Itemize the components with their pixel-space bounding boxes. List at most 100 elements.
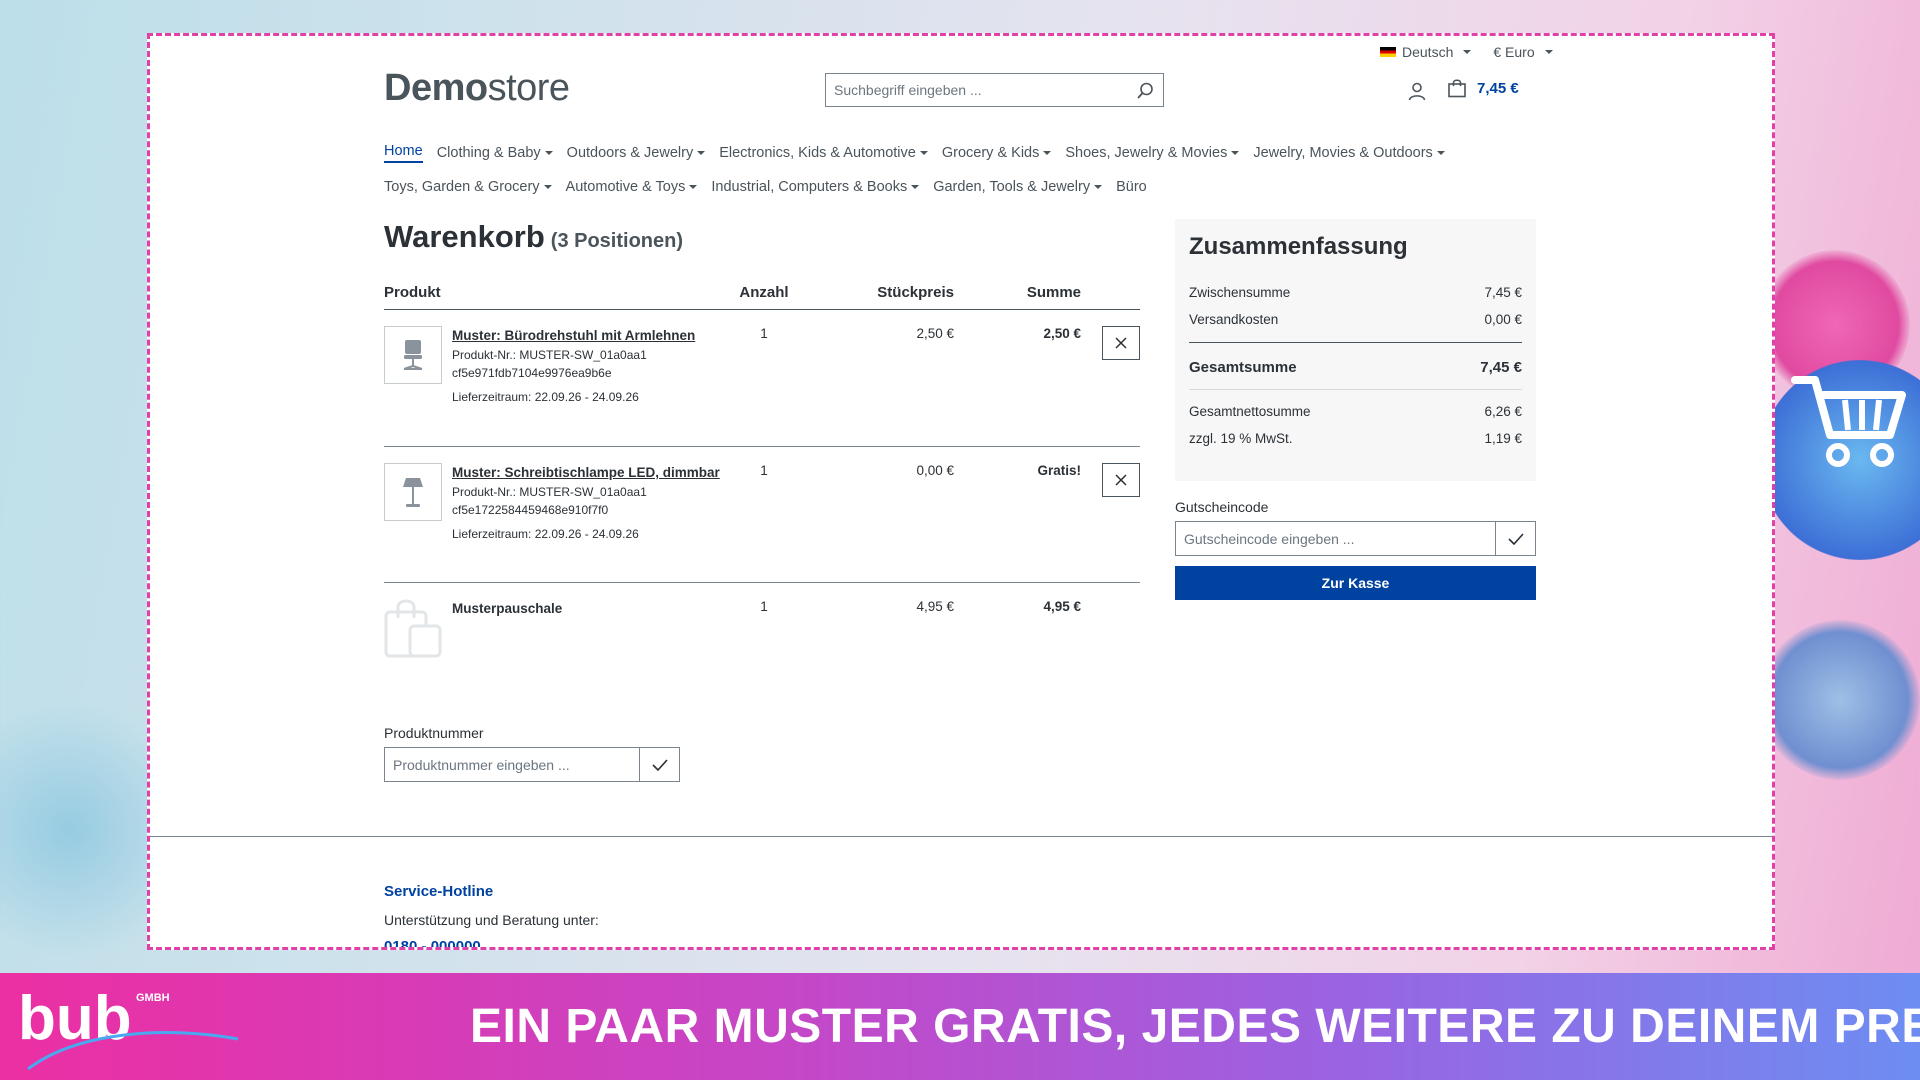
product-sum: 4,95 € [1043,599,1081,614]
chevron-down-icon [543,185,552,189]
chevron-down-icon [689,185,698,189]
product-info: Musterpauschale [452,599,562,693]
summary-net-row: Gesamtnettosumme 6,26 € [1189,398,1522,425]
nav-label: Home [384,143,423,159]
search-bar [825,73,1164,107]
nav-item-automotive-toys[interactable]: Automotive & Toys [566,179,698,195]
product-name-link[interactable]: Muster: Schreibtischlampe LED, dimmbar [452,463,720,483]
product-sum: Gratis! [1037,463,1081,478]
remove-wrap [1081,463,1140,582]
nav-item-toys-garden-grocery[interactable]: Toys, Garden & Grocery [384,179,552,195]
nav-item-home[interactable]: Home [384,143,423,163]
summary-shipping-row: Versandkosten 0,00 € [1189,306,1522,333]
summary-divider [1189,342,1522,343]
cart-row: Muster: Bürodrehstuhl mit Armlehnen Prod… [384,310,1140,447]
summary-total-row: Gesamtsumme 7,45 € [1189,353,1522,381]
nav-item-clothing-baby[interactable]: Clothing & Baby [437,145,553,161]
product-name-link[interactable]: Muster: Bürodrehstuhl mit Armlehnen [452,326,695,346]
bag-icon [1448,79,1466,98]
remove-item-button[interactable] [1102,326,1140,360]
subtotal-value: 7,45 € [1484,285,1522,300]
chevron-down-icon [544,151,553,155]
cart-row: Muster: Schreibtischlampe LED, dimmbar P… [384,447,1140,583]
checkout-button[interactable]: Zur Kasse [1175,566,1536,600]
product-info: Muster: Bürodrehstuhl mit Armlehnen Prod… [452,326,695,446]
shipping-value: 0,00 € [1484,312,1522,327]
voucher-form [1175,521,1536,556]
header-cart-total: 7,45 € [1477,79,1519,97]
language-switcher[interactable]: Deutsch [1380,44,1472,60]
product-number-input[interactable] [385,748,639,781]
vat-value: 1,19 € [1484,431,1522,446]
checkmark-icon [651,758,668,771]
store-logo[interactable]: Demostore [384,67,570,110]
search-input[interactable] [826,74,1127,106]
logo-text: bub [18,984,132,1053]
nav-item-buero[interactable]: Büro [1116,179,1147,195]
german-flag-icon [1380,47,1396,57]
page-title: Warenkorb (3 Positionen) [384,219,683,255]
product-number-form [384,747,680,782]
currency-label: € Euro [1493,44,1535,60]
account-button[interactable] [1407,81,1429,103]
voucher-submit-button[interactable] [1495,522,1535,555]
chevron-down-icon [1436,151,1445,155]
product-quantity: 1 [760,326,768,341]
order-summary: Zusammenfassung Zwischensumme 7,45 € Ver… [1175,219,1536,481]
delivery-time: Lieferzeitraum: 22.09.26 - 24.09.26 [452,527,639,541]
header-cart-button[interactable]: 7,45 € [1447,78,1519,98]
delivery-time: Lieferzeitraum: 22.09.26 - 24.09.26 [452,390,639,404]
nav-label: Industrial, Computers & Books [711,179,908,195]
cart-table-header: Produkt Anzahl Stückpreis Summe [384,276,1140,310]
product-thumbnail[interactable] [384,326,442,384]
product-number: Produkt-Nr.: MUSTER-SW_01a0aa1cf5e971fdb… [452,348,647,380]
chevron-down-icon [919,151,928,155]
remove-wrap [1081,599,1140,693]
nav-label: Electronics, Kids & Automotive [719,145,916,161]
currency-switcher[interactable]: € Euro [1493,44,1553,60]
background-orb-lilac [1760,620,1920,780]
remove-item-button[interactable] [1102,463,1140,497]
voucher-input[interactable] [1176,522,1495,555]
nav-label: Clothing & Baby [436,145,541,161]
header-unit-price: Stückpreis [877,284,954,301]
logo-bold: Demo [384,67,488,109]
product-info: Muster: Schreibtischlampe LED, dimmbar P… [452,463,720,582]
product-cell: Muster: Bürodrehstuhl mit Armlehnen Prod… [384,326,734,446]
language-label: Deutsch [1402,44,1454,60]
search-button[interactable] [1127,74,1163,106]
nav-item-electronics-kids-automotive[interactable]: Electronics, Kids & Automotive [719,145,928,161]
net-label: Gesamtnettosumme [1189,404,1311,419]
footer-divider [150,836,1772,837]
total-label: Gesamtsumme [1189,358,1297,376]
shopping-cart-icon [1791,376,1906,467]
nav-item-jewelry-movies-outdoors[interactable]: Jewelry, Movies & Outdoors [1253,145,1445,161]
nav-item-outdoors-jewelry[interactable]: Outdoors & Jewelry [567,145,706,161]
chevron-down-icon [697,151,706,155]
logo-suffix: GMBH [136,992,170,1004]
nav-label: Büro [1116,179,1147,195]
nav-label: Shoes, Jewelry & Movies [1065,145,1228,161]
search-icon [1137,82,1153,98]
product-quantity: 1 [760,463,768,478]
cart-item-count: (3 Positionen) [550,230,684,252]
close-icon [1115,474,1127,486]
product-sum: 2,50 € [1043,326,1081,341]
product-number-submit-button[interactable] [639,748,679,781]
product-number-label: Produktnummer [384,725,484,741]
total-value: 7,45 € [1480,358,1522,376]
product-quantity: 1 [760,599,768,614]
product-cell: Musterpauschale [384,599,734,693]
nav-item-industrial-computers-books[interactable]: Industrial, Computers & Books [711,179,920,195]
chevron-down-icon [1231,151,1240,155]
chair-icon [403,340,423,370]
chevron-down-icon [1463,50,1472,54]
hotline-phone-link[interactable]: 0180 - 000000 [384,938,481,947]
nav-item-garden-tools-jewelry[interactable]: Garden, Tools & Jewelry [933,179,1103,195]
nav-label: Jewelry, Movies & Outdoors [1253,145,1433,161]
nav-item-grocery-kids[interactable]: Grocery & Kids [942,145,1052,161]
product-cell: Muster: Schreibtischlampe LED, dimmbar P… [384,463,734,582]
nav-item-shoes-jewelry-movies[interactable]: Shoes, Jewelry & Movies [1065,145,1240,161]
product-thumbnail[interactable] [384,463,442,521]
vat-label: zzgl. 19 % MwSt. [1189,431,1293,446]
